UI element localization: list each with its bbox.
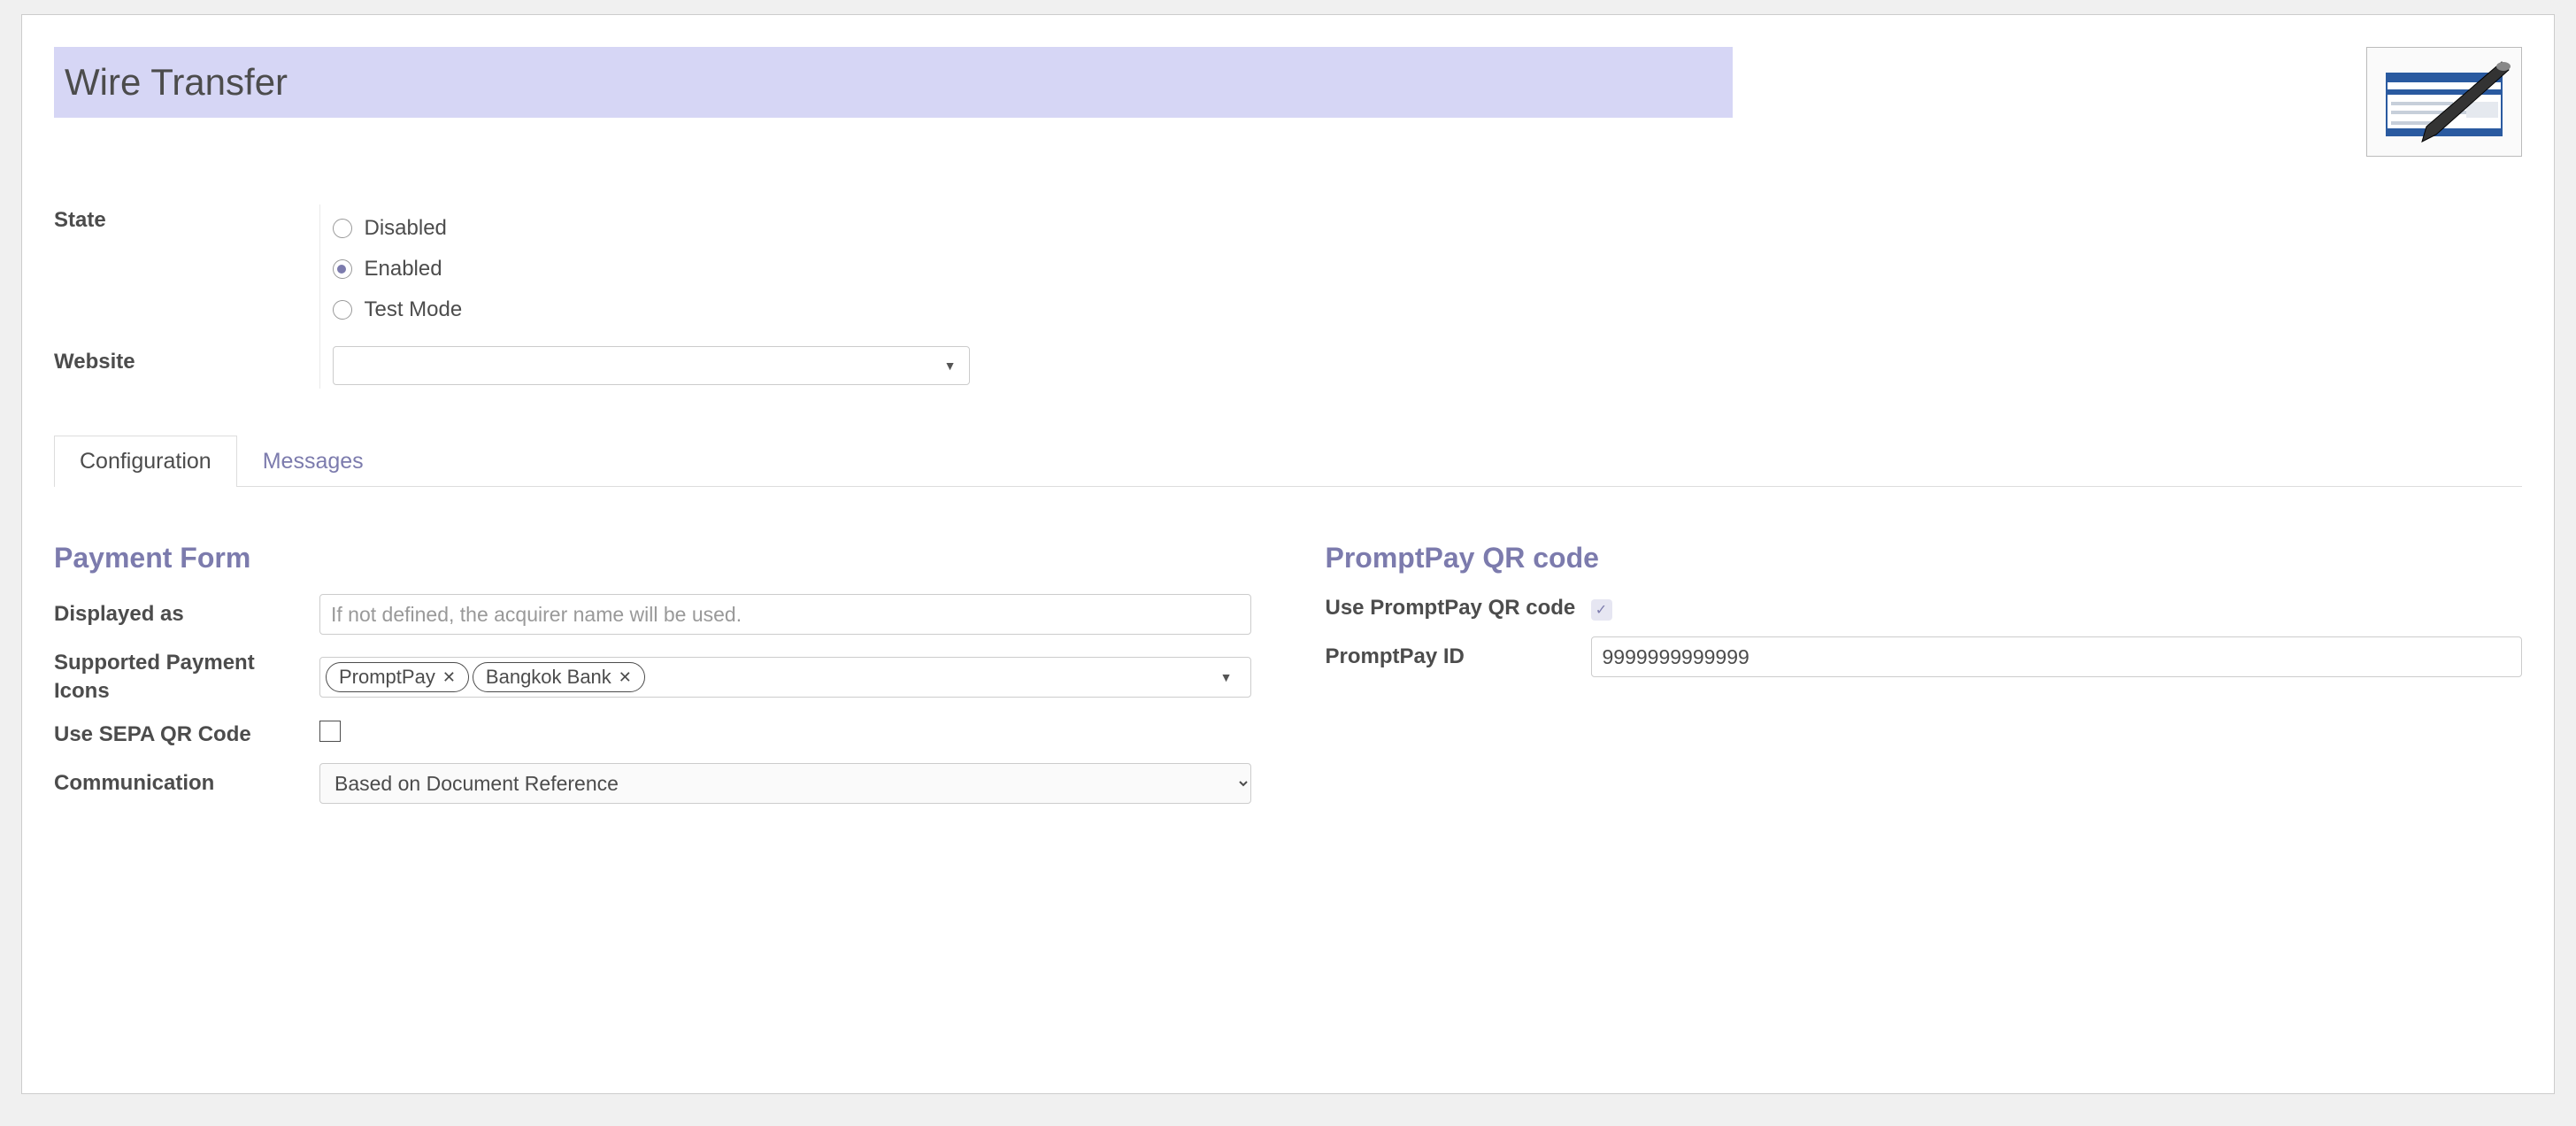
tab-pane-configuration: Payment Form Displayed as Supported Paym… [54,487,2522,804]
supported-icons-add-input[interactable] [649,665,1204,690]
record-image[interactable] [2366,47,2522,157]
column-left: Payment Form Displayed as Supported Paym… [54,542,1251,804]
column-right: PromptPay QR code Use PromptPay QR code … [1326,542,2523,804]
chevron-down-icon: ▼ [932,359,969,373]
tag-label: PromptPay [339,666,435,689]
state-radio-test-label: Test Mode [365,297,463,322]
website-select[interactable]: ▼ [333,346,970,385]
record-title-input[interactable] [54,47,1733,118]
close-icon[interactable]: ✕ [619,668,632,687]
promptpay-heading: PromptPay QR code [1326,542,2523,575]
state-radio-enabled-label: Enabled [365,257,442,282]
supported-icons-label: Supported Payment Icons [54,649,319,706]
tag-label: Bangkok Bank [486,666,611,689]
form-sheet: State Disabled Enabled Test Mode Website [21,14,2555,1094]
header-row [54,47,2522,157]
promptpay-id-label: PromptPay ID [1326,643,1591,671]
use-promptpay-checkbox[interactable]: ✓ [1591,599,1612,621]
use-promptpay-label: Use PromptPay QR code [1326,594,1591,622]
displayed-as-label: Displayed as [54,600,319,629]
communication-select[interactable]: Based on Document Reference [319,763,1251,804]
state-option-disabled[interactable]: Disabled [333,208,970,249]
state-label: State [54,208,106,232]
state-radio-disabled[interactable] [333,219,352,238]
communication-label: Communication [54,769,319,798]
tab-configuration[interactable]: Configuration [54,436,237,487]
tag-promptpay[interactable]: PromptPay ✕ [326,662,469,692]
tab-bar: Configuration Messages [54,435,2522,487]
payment-form-heading: Payment Form [54,542,1251,575]
close-icon[interactable]: ✕ [442,668,456,687]
chevron-down-icon: ▼ [1208,670,1245,684]
website-label: Website [54,350,135,374]
state-radio-disabled-label: Disabled [365,216,447,241]
main-form-fields: State Disabled Enabled Test Mode Website [54,204,970,389]
state-option-enabled[interactable]: Enabled [333,249,970,289]
displayed-as-input[interactable] [319,594,1251,635]
cheque-pen-icon [2378,58,2511,146]
website-select-input[interactable] [334,354,932,377]
state-option-test[interactable]: Test Mode [333,289,970,330]
sepa-checkbox[interactable] [319,721,341,742]
tag-bangkokbank[interactable]: Bangkok Bank ✕ [473,662,645,692]
state-radio-enabled[interactable] [333,259,352,279]
promptpay-id-input[interactable] [1591,636,2523,677]
tab-messages[interactable]: Messages [237,436,389,487]
state-radio-test[interactable] [333,300,352,320]
sepa-label: Use SEPA QR Code [54,721,319,749]
supported-icons-tags[interactable]: PromptPay ✕ Bangkok Bank ✕ ▼ [319,657,1251,698]
